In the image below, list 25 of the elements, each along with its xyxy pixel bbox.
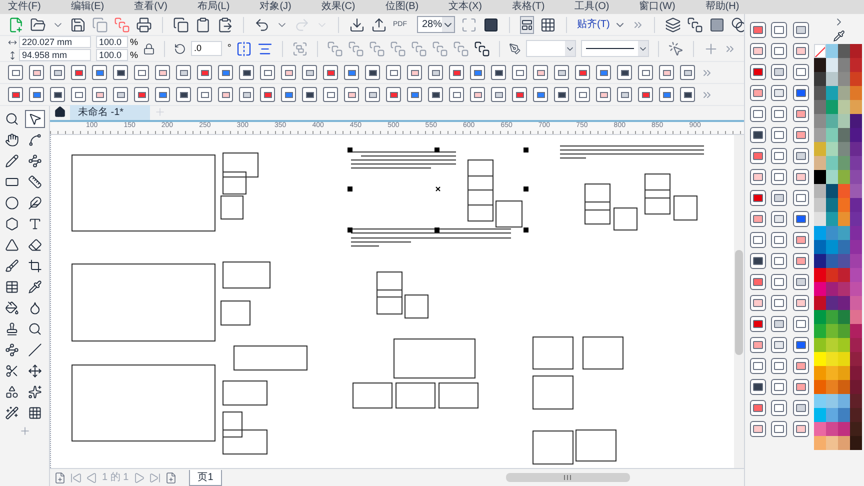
menu-item[interactable]: 文本(X) bbox=[448, 2, 482, 12]
menu-item[interactable]: 布局(L) bbox=[197, 2, 230, 12]
unit-label: % bbox=[130, 50, 138, 60]
menu-item[interactable]: 位图(B) bbox=[385, 2, 419, 12]
snap-dropdown[interactable]: 贴齐(T) bbox=[577, 17, 626, 32]
scale-field[interactable]: 100.0 bbox=[96, 49, 128, 61]
menu-item[interactable]: 编辑(E) bbox=[70, 2, 104, 12]
menu-item[interactable]: 文件(F) bbox=[8, 2, 41, 12]
menu-item[interactable]: 表格(T) bbox=[512, 2, 545, 12]
height-field[interactable]: 94.958 mm bbox=[19, 49, 91, 61]
document-tab[interactable]: 未命名 -1* bbox=[70, 105, 150, 120]
menu-item[interactable]: 对象(J) bbox=[260, 2, 292, 12]
page-counter: 1 的 1 bbox=[102, 471, 129, 485]
menu-item[interactable]: 工具(O) bbox=[574, 2, 610, 12]
page-tab[interactable]: 页1 bbox=[188, 470, 222, 486]
menu-item[interactable]: 帮助(H) bbox=[705, 2, 740, 12]
rotation-field[interactable]: .0 bbox=[191, 41, 222, 56]
unit-label: % bbox=[130, 38, 138, 46]
width-field[interactable]: 220.027 mm bbox=[19, 36, 91, 48]
zoom-dropdown[interactable]: 28% bbox=[417, 16, 456, 33]
scale-field[interactable]: 100.0 bbox=[96, 36, 128, 48]
menu-item[interactable]: 查看(V) bbox=[134, 2, 168, 12]
menu-item[interactable]: 窗口(W) bbox=[639, 2, 676, 12]
degree-label: ° bbox=[227, 44, 232, 54]
menu-item[interactable]: 效果(C) bbox=[321, 2, 356, 12]
